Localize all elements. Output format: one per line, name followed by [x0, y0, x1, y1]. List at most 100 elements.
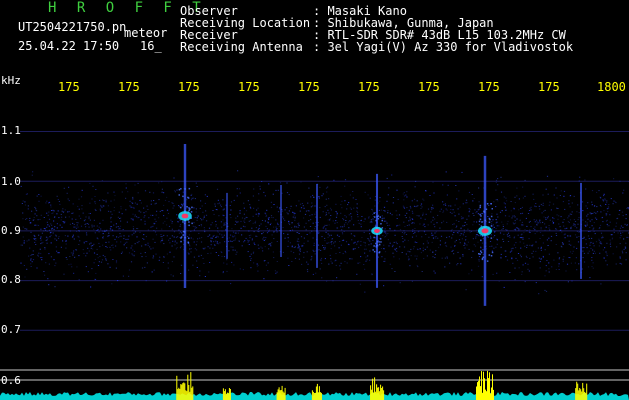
noise-speck: [50, 223, 52, 225]
noise-speck: [416, 248, 419, 250]
time-tick: 175: [178, 80, 200, 94]
noise-speck: [385, 220, 387, 222]
meteor-echo-speck: [380, 223, 382, 225]
noise-speck: [370, 221, 372, 222]
noise-speck: [625, 247, 627, 249]
time-tick: 175: [58, 80, 80, 94]
noise-speck: [160, 234, 162, 235]
meteor-echo-speck: [178, 188, 181, 191]
noise-speck: [210, 224, 212, 226]
noise-speck: [297, 247, 299, 249]
noise-speck: [354, 241, 356, 243]
noise-speck: [113, 210, 115, 212]
noise-speck: [349, 207, 351, 209]
noise-speck: [145, 211, 147, 213]
level-peak-bar: [311, 390, 313, 400]
meteor-echo-speck: [191, 222, 193, 225]
noise-speck: [356, 207, 358, 209]
noise-speck: [394, 248, 396, 250]
noise-speck: [325, 225, 327, 226]
noise-speck: [522, 238, 524, 240]
noise-speck: [342, 226, 344, 228]
noise-speck: [23, 265, 25, 266]
noise-speck: [235, 220, 237, 222]
noise-speck: [346, 223, 349, 225]
noise-speck: [509, 251, 511, 253]
noise-speck: [540, 228, 542, 230]
noise-speck: [312, 273, 314, 275]
noise-speck: [205, 214, 208, 216]
noise-speck: [174, 191, 176, 193]
noise-speck: [120, 252, 123, 254]
noise-speck: [404, 226, 406, 228]
noise-speck: [59, 203, 61, 205]
noise-speck: [39, 219, 41, 220]
noise-speck: [152, 214, 154, 216]
noise-speck: [252, 252, 254, 254]
meteor-echo-speck: [180, 188, 182, 190]
noise-speck: [215, 240, 217, 242]
noise-speck: [561, 231, 563, 233]
noise-speck: [509, 272, 511, 273]
noise-speck: [476, 231, 478, 233]
noise-speck: [450, 205, 452, 207]
noise-speck: [23, 242, 25, 244]
noise-speck: [48, 253, 50, 255]
noise-speck: [578, 217, 580, 219]
noise-speck: [625, 259, 627, 261]
noise-speck: [360, 240, 362, 242]
noise-speck: [548, 227, 550, 229]
level-peak-bar: [177, 389, 179, 400]
noise-speck: [497, 178, 499, 180]
noise-speck: [587, 218, 589, 220]
noise-speck: [96, 253, 98, 255]
noise-speck: [48, 263, 50, 265]
noise-speck: [347, 204, 349, 206]
meteor-echo-speck: [480, 215, 482, 217]
noise-speck: [326, 242, 328, 244]
noise-speck: [513, 215, 515, 216]
noise-speck: [324, 237, 326, 239]
noise-speck: [191, 197, 193, 199]
noise-speck: [131, 234, 133, 236]
noise-speck: [394, 234, 396, 236]
noise-speck: [329, 207, 332, 209]
noise-speck: [22, 212, 24, 214]
noise-speck: [208, 227, 211, 229]
level-peak-bar: [187, 374, 189, 400]
noise-speck: [384, 260, 386, 262]
noise-speck: [336, 222, 338, 224]
meteor-echo-speck: [188, 224, 190, 227]
noise-speck: [591, 257, 593, 258]
noise-speck: [76, 231, 78, 232]
noise-speck: [287, 237, 289, 239]
noise-speck: [229, 240, 231, 242]
noise-speck: [90, 245, 92, 247]
noise-speck: [448, 205, 450, 207]
noise-speck: [434, 232, 436, 234]
level-peak-bar: [318, 386, 320, 400]
noise-speck: [348, 202, 350, 204]
noise-speck: [314, 205, 316, 207]
noise-speck: [158, 259, 160, 261]
level-peak-bar: [280, 390, 282, 400]
noise-speck: [487, 236, 489, 237]
level-peak-bar: [477, 382, 478, 400]
noise-speck: [249, 206, 251, 208]
freq-tick: 0.7: [1, 323, 21, 336]
noise-speck: [503, 233, 505, 235]
noise-speck: [410, 207, 412, 209]
noise-speck: [598, 238, 600, 240]
noise-speck: [508, 215, 510, 217]
noise-speck: [178, 205, 180, 206]
noise-speck: [94, 232, 96, 234]
noise-speck: [143, 234, 145, 236]
noise-speck: [510, 210, 512, 212]
noise-speck: [253, 262, 255, 264]
noise-speck: [401, 232, 404, 233]
noise-speck: [526, 230, 528, 232]
noise-speck: [619, 262, 621, 264]
noise-speck: [144, 215, 146, 217]
noise-speck: [58, 201, 60, 202]
noise-speck: [462, 225, 464, 227]
